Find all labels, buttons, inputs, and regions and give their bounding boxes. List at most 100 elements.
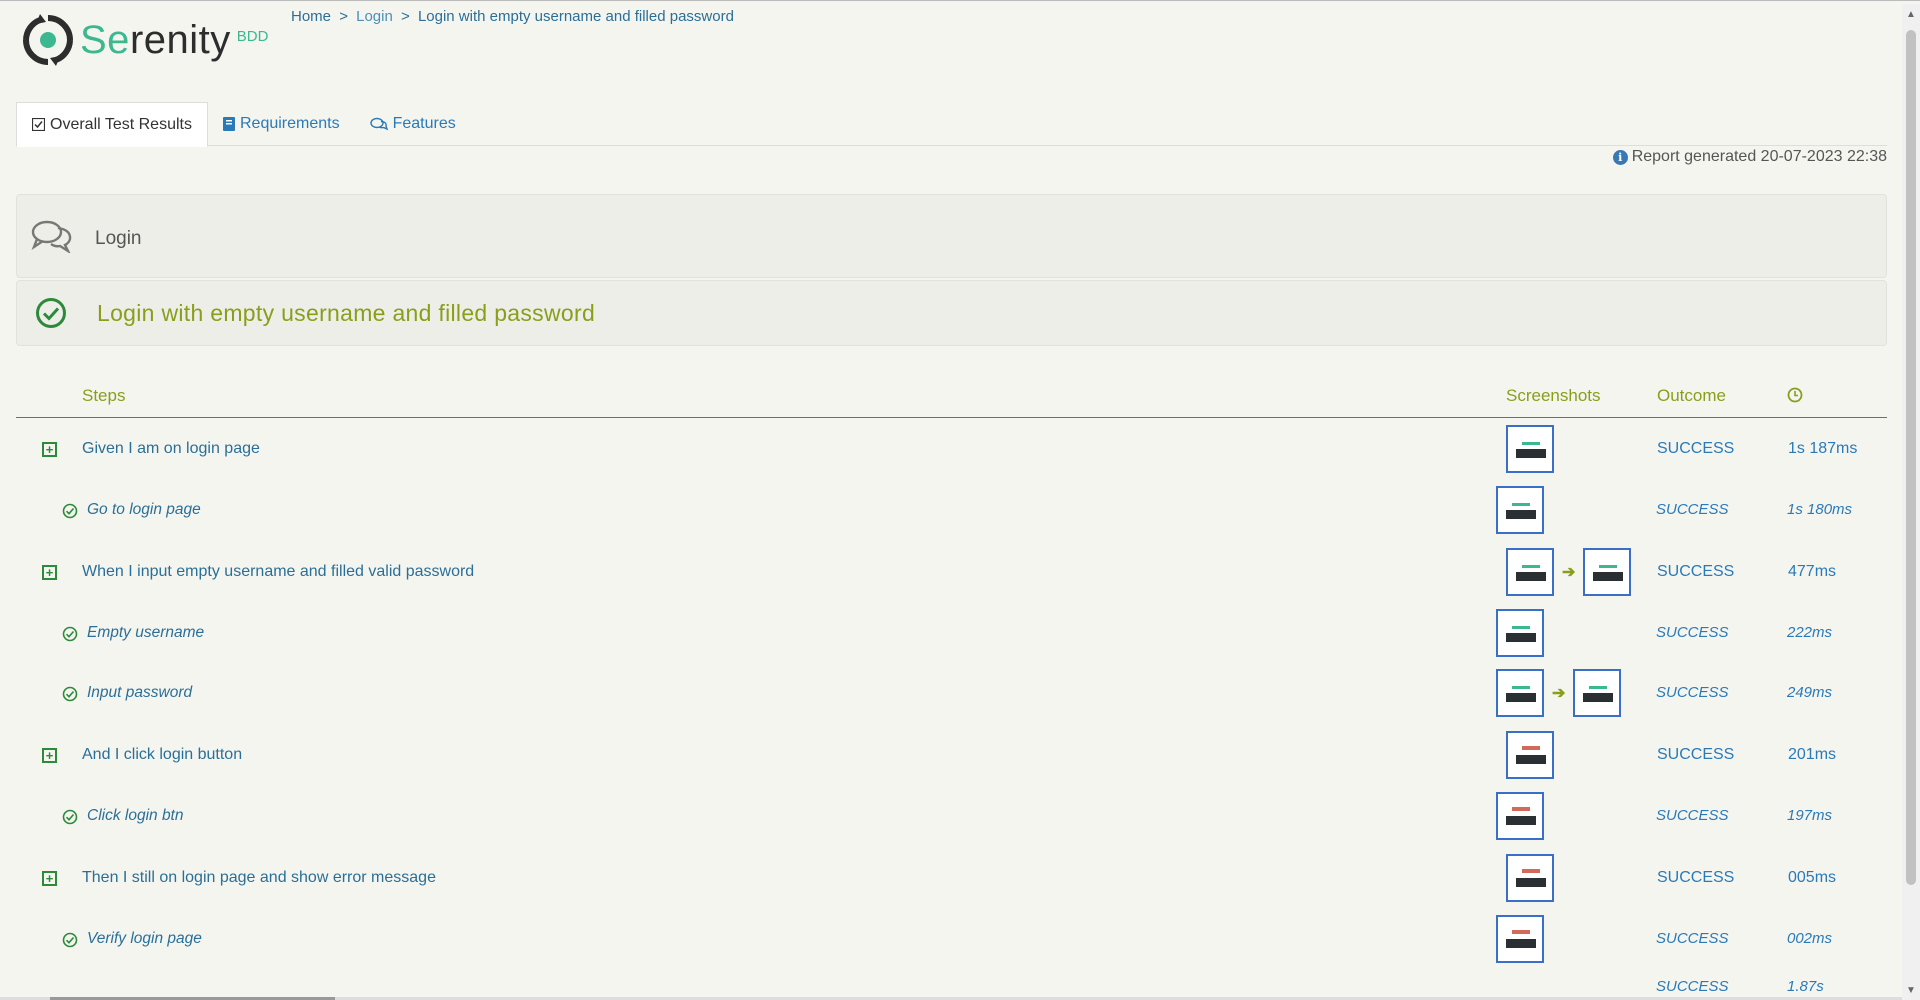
tab-requirements[interactable]: Requirements bbox=[208, 102, 355, 146]
success-check-icon bbox=[62, 809, 78, 830]
steps-header: Steps bbox=[82, 386, 126, 405]
breadcrumb-separator: > bbox=[339, 8, 348, 25]
report-tabs: Overall Test Results Requirements Featur… bbox=[16, 102, 1887, 147]
info-icon: i bbox=[1612, 149, 1628, 165]
tab-label: Features bbox=[392, 115, 456, 132]
screenshots-cell: ➔ bbox=[1506, 547, 1632, 596]
screenshot-thumbnail[interactable] bbox=[1506, 547, 1554, 596]
sub-step-row: Input password ➔ SUCCESS 249ms bbox=[16, 664, 1887, 724]
screenshots-cell bbox=[1506, 424, 1554, 473]
screenshots-cell bbox=[1496, 609, 1544, 657]
screenshots-cell bbox=[1496, 792, 1544, 840]
vertical-scrollbar[interactable]: ▲ ▼ bbox=[1902, 4, 1920, 1000]
screenshots-cell bbox=[1506, 730, 1554, 779]
step-description[interactable]: Go to login page bbox=[87, 501, 201, 519]
steps-table-body: + Given I am on login page SUCCESS 1s 187ms… bbox=[16, 418, 1887, 1000]
step-duration: 002ms bbox=[1787, 930, 1833, 947]
breadcrumb-separator: > bbox=[401, 8, 410, 25]
tab-features[interactable]: Features bbox=[355, 102, 471, 146]
logo-bdd-label: BDD bbox=[236, 27, 269, 45]
step-description[interactable]: Click login btn bbox=[87, 807, 184, 825]
summary-outcome: SUCCESS bbox=[1656, 978, 1729, 995]
feature-name: Login bbox=[95, 228, 142, 249]
feature-panel: Login bbox=[16, 194, 1887, 278]
step-description[interactable]: Then I still on login page and show erro… bbox=[82, 869, 436, 887]
screenshot-thumbnail[interactable] bbox=[1496, 792, 1544, 840]
steps-table: Steps Screenshots Outcome + Given I am on… bbox=[16, 382, 1887, 1000]
step-description[interactable]: When I input empty username and filled v… bbox=[82, 563, 474, 581]
tab-label: Overall Test Results bbox=[50, 115, 192, 133]
summary-row: SUCCESS 1.87s bbox=[16, 970, 1887, 1000]
screenshot-thumbnail[interactable] bbox=[1506, 424, 1554, 473]
step-duration: 249ms bbox=[1787, 684, 1833, 701]
scrollbar-thumb[interactable] bbox=[1906, 30, 1916, 885]
screenshot-thumbnail[interactable] bbox=[1496, 486, 1544, 534]
step-duration: 005ms bbox=[1788, 868, 1837, 886]
expand-step-icon[interactable]: + bbox=[42, 747, 57, 763]
expand-step-icon[interactable]: + bbox=[42, 564, 57, 580]
arrow-right-icon: ➔ bbox=[1562, 563, 1576, 581]
scroll-up-icon[interactable]: ▲ bbox=[1906, 10, 1916, 20]
step-row: + Given I am on login page SUCCESS 1s 187ms bbox=[16, 418, 1887, 481]
step-description[interactable]: Given I am on login page bbox=[82, 440, 260, 458]
screenshots-cell bbox=[1496, 486, 1544, 534]
book-icon bbox=[222, 117, 235, 131]
screenshots-cell bbox=[1506, 853, 1554, 902]
success-check-icon bbox=[62, 626, 78, 647]
tab-overall-test-results[interactable]: Overall Test Results bbox=[16, 102, 208, 147]
serenity-logo-icon bbox=[23, 14, 73, 66]
step-outcome: SUCCESS bbox=[1656, 807, 1729, 824]
screenshot-thumbnail[interactable] bbox=[1506, 730, 1554, 779]
step-description[interactable]: Input password bbox=[87, 684, 192, 702]
step-duration: 222ms bbox=[1787, 624, 1833, 641]
sub-step-row: Go to login page SUCCESS 1s 180ms bbox=[16, 481, 1887, 541]
summary-duration: 1.87s bbox=[1787, 978, 1824, 995]
screenshots-header: Screenshots bbox=[1506, 386, 1601, 405]
tab-label: Requirements bbox=[239, 115, 340, 132]
comments-icon bbox=[369, 117, 388, 131]
step-description[interactable]: And I click login button bbox=[82, 746, 242, 764]
step-duration: 201ms bbox=[1788, 745, 1837, 763]
sub-step-row: Empty username SUCCESS 222ms bbox=[16, 604, 1887, 664]
step-outcome: SUCCESS bbox=[1656, 684, 1729, 701]
step-outcome: SUCCESS bbox=[1657, 439, 1735, 457]
step-row: + When I input empty username and filled … bbox=[16, 541, 1887, 604]
serenity-logo[interactable]: Serenity BDD bbox=[20, 10, 270, 70]
step-duration: 1s 180ms bbox=[1787, 501, 1853, 518]
report-generated-text: Report generated 20-07-2023 22:38 bbox=[1631, 148, 1887, 165]
step-description[interactable]: Verify login page bbox=[87, 930, 202, 948]
breadcrumb-current: Login with empty username and filled pas… bbox=[417, 8, 734, 25]
success-check-icon bbox=[36, 298, 66, 328]
scenario-title: Login with empty username and filled pas… bbox=[97, 299, 596, 326]
clock-icon bbox=[1787, 387, 1803, 408]
step-duration: 197ms bbox=[1787, 807, 1833, 824]
screenshot-thumbnail[interactable] bbox=[1583, 547, 1632, 596]
screenshot-thumbnail[interactable] bbox=[1496, 669, 1544, 717]
arrow-right-icon: ➔ bbox=[1552, 685, 1566, 702]
comments-icon bbox=[31, 220, 72, 253]
breadcrumb-home[interactable]: Home bbox=[291, 8, 331, 25]
expand-step-icon[interactable]: + bbox=[42, 870, 57, 886]
screenshot-thumbnail[interactable] bbox=[1496, 609, 1544, 657]
sub-step-row: Verify login page SUCCESS 002ms bbox=[16, 910, 1887, 970]
screenshot-thumbnail[interactable] bbox=[1506, 853, 1554, 902]
scenario-panel: Login with empty username and filled pas… bbox=[16, 280, 1887, 346]
outcome-header: Outcome bbox=[1657, 386, 1726, 405]
step-duration: 477ms bbox=[1788, 562, 1837, 580]
checkbox-icon bbox=[32, 118, 45, 131]
expand-step-icon[interactable]: + bbox=[42, 441, 57, 457]
breadcrumb: Home > Login > Login with empty username… bbox=[291, 8, 734, 25]
step-outcome: SUCCESS bbox=[1657, 745, 1735, 763]
scroll-down-icon[interactable]: ▼ bbox=[1906, 986, 1916, 996]
success-check-icon bbox=[62, 503, 78, 524]
screenshot-thumbnail[interactable] bbox=[1496, 915, 1544, 963]
breadcrumb-login[interactable]: Login bbox=[356, 8, 393, 25]
step-description[interactable]: Empty username bbox=[87, 624, 204, 642]
step-row: + And I click login button SUCCESS 201ms bbox=[16, 724, 1887, 787]
screenshot-thumbnail[interactable] bbox=[1573, 669, 1622, 717]
step-outcome: SUCCESS bbox=[1657, 562, 1735, 580]
sub-step-row: Click login btn SUCCESS 197ms bbox=[16, 787, 1887, 847]
window-top-border bbox=[0, 0, 1920, 4]
steps-table-header: Steps Screenshots Outcome bbox=[16, 382, 1887, 418]
step-outcome: SUCCESS bbox=[1656, 624, 1729, 641]
